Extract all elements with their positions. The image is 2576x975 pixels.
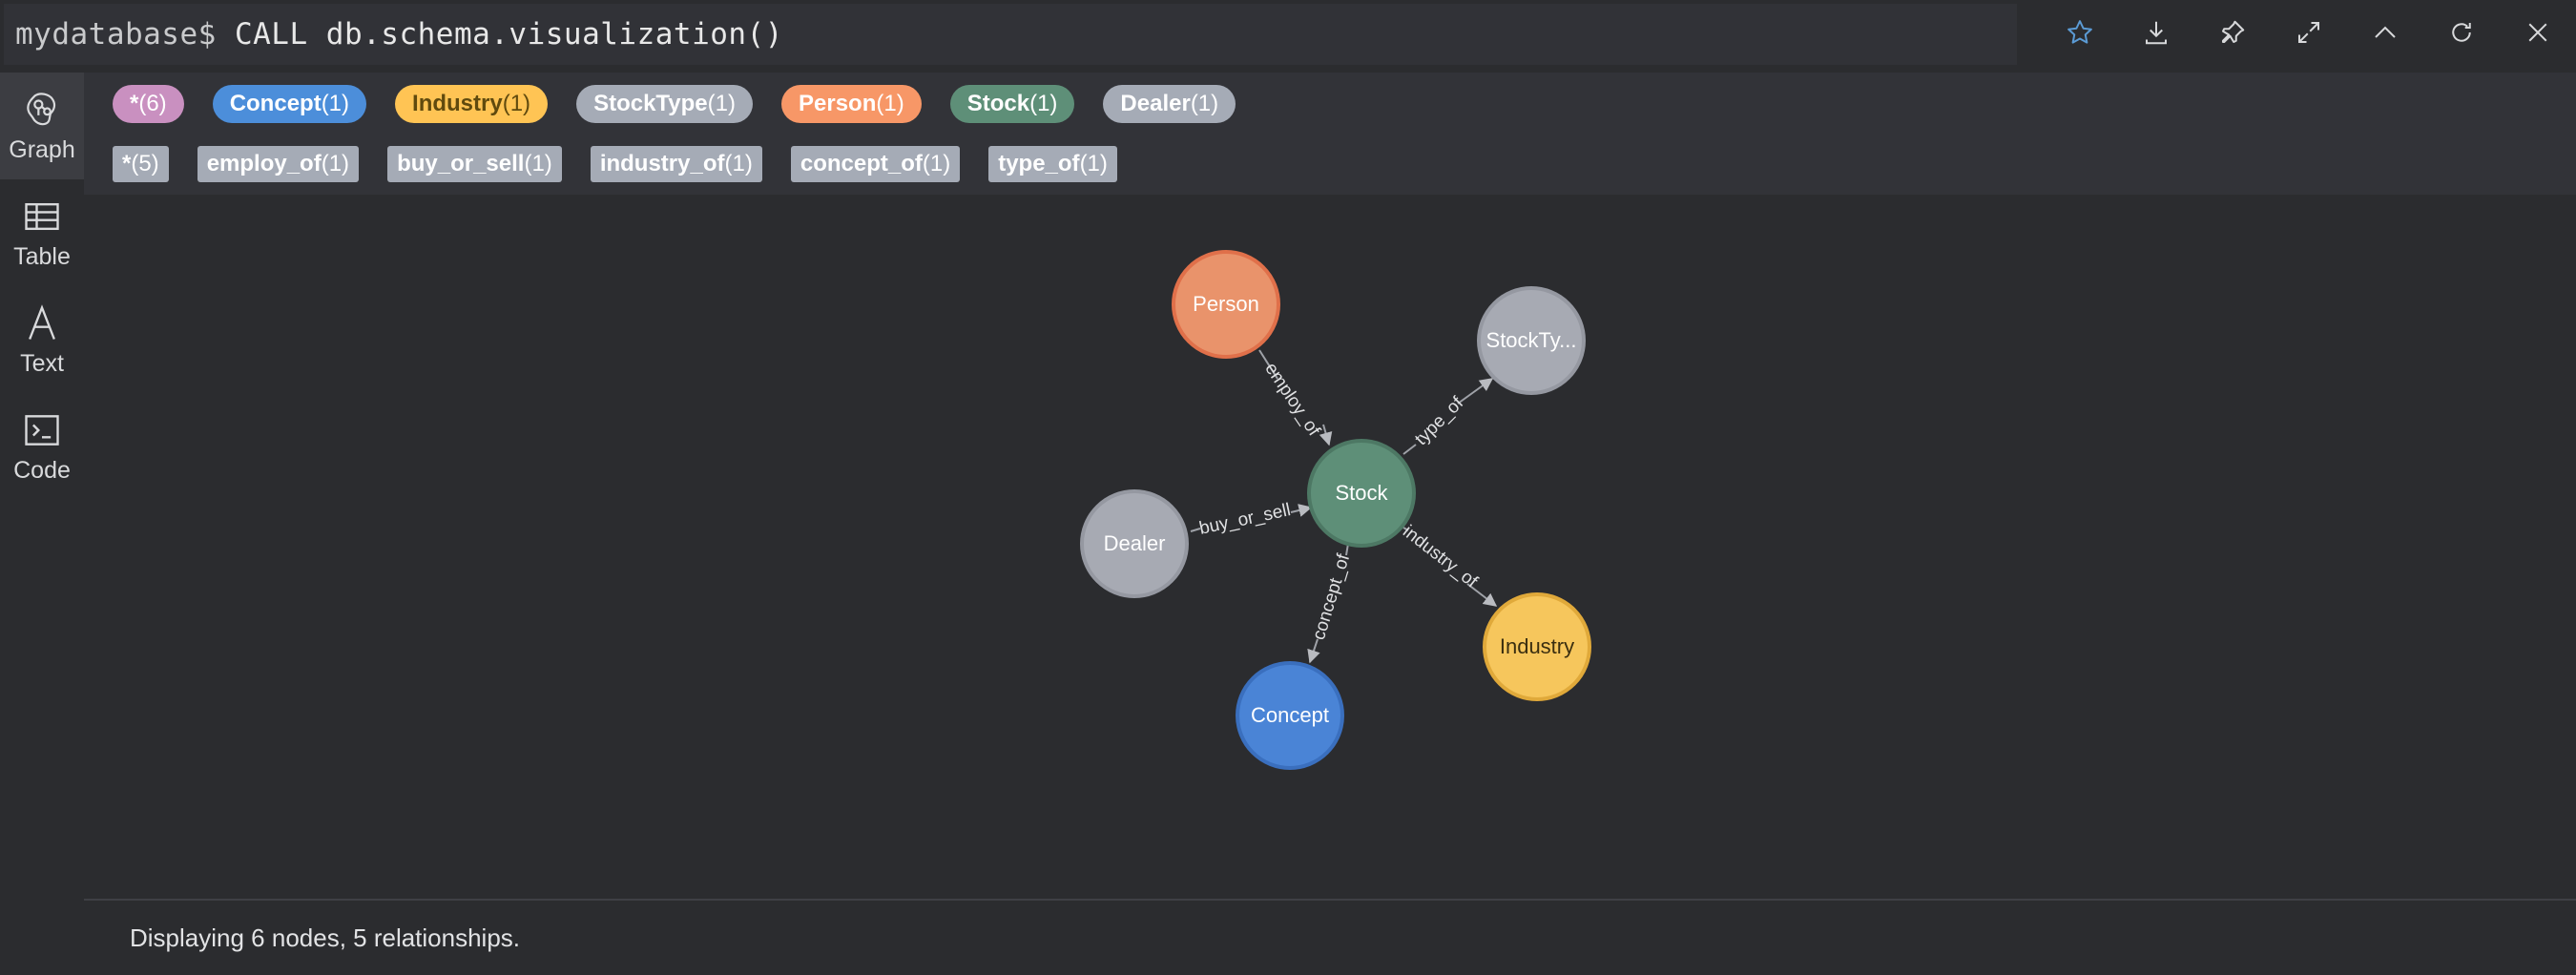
relationship-label-buy-or-sell: buy_or_sell [1197, 500, 1292, 539]
relationship-industry-of[interactable]: industry_of [1399, 522, 1498, 607]
rel-type-tag-all[interactable]: * (5) [113, 146, 169, 182]
relationship-label-industry-of: industry_of [1399, 522, 1482, 592]
rel-type-tag-employ-of[interactable]: employ_of (1) [197, 146, 360, 182]
star-icon [2067, 20, 2092, 44]
graph-icon [27, 92, 56, 125]
node-label-concept: Concept [1251, 703, 1329, 727]
refresh-icon [2452, 23, 2471, 42]
relationship-buy-or-sell[interactable]: buy_or_sell [1190, 500, 1313, 539]
relationship-employ-of[interactable]: employ_of [1258, 349, 1333, 446]
node-label-pill-industry[interactable]: Industry (1) [395, 85, 549, 123]
pin-button[interactable] [2209, 9, 2256, 56]
rerun-button[interactable] [2438, 9, 2485, 56]
view-code-label: Code [13, 456, 71, 484]
table-icon [25, 202, 59, 230]
relationship-label-concept-of: concept_of [1309, 551, 1354, 643]
relationship-type-legend: * (5) employ_of (1) buy_or_sell (1) industr… [113, 146, 1146, 182]
node-concept[interactable]: Concept [1236, 661, 1344, 770]
node-label-pill-dealer[interactable]: Dealer (1) [1103, 85, 1236, 123]
close-button[interactable] [2514, 9, 2562, 56]
view-text[interactable]: Text [0, 286, 84, 393]
rel-type-tag-buy-or-sell[interactable]: buy_or_sell (1) [387, 146, 562, 182]
view-graph[interactable]: Graph [0, 73, 84, 179]
favorite-button[interactable] [2056, 9, 2104, 56]
query-editor[interactable]: mydatabase$ CALL db.schema.visualization… [4, 4, 2017, 65]
view-code[interactable]: Code [0, 393, 84, 500]
collapse-button[interactable] [2361, 9, 2409, 56]
pin-icon [2222, 20, 2245, 43]
relationship-type-of[interactable]: type_of [1402, 378, 1494, 455]
view-mode-sidebar: Graph Table Text Code [0, 73, 84, 975]
rel-type-tag-type-of[interactable]: type_of (1) [988, 146, 1117, 182]
view-table[interactable]: Table [0, 179, 84, 286]
code-icon [25, 414, 59, 446]
node-label-dealer: Dealer [1104, 531, 1166, 555]
export-button[interactable] [2132, 9, 2180, 56]
node-label-stocktype: StockTy... [1486, 328, 1577, 352]
frame-toolbar [2042, 0, 2576, 65]
relationship-concept-of[interactable]: concept_of [1307, 543, 1354, 664]
node-label-stock: Stock [1335, 481, 1388, 505]
node-label-pill-person[interactable]: Person (1) [781, 85, 922, 123]
node-label-pill-all[interactable]: * (6) [113, 85, 184, 123]
node-label-industry: Industry [1500, 634, 1574, 658]
node-label-pill-stocktype[interactable]: StockType (1) [576, 85, 753, 123]
status-text: Displaying 6 nodes, 5 relationships. [130, 923, 521, 952]
view-graph-label: Graph [9, 135, 75, 163]
node-label-pill-concept[interactable]: Concept (1) [212, 85, 367, 123]
node-label-person: Person [1193, 292, 1259, 316]
close-icon [2528, 23, 2547, 42]
collapse-up-icon [2375, 26, 2396, 38]
rel-type-tag-industry-of[interactable]: industry_of (1) [590, 146, 762, 182]
database-prompt: mydatabase$ [15, 17, 217, 52]
view-table-label: Table [13, 242, 71, 270]
node-stock[interactable]: Stock [1307, 439, 1416, 548]
relationship-label-type-of: type_of [1411, 393, 1467, 449]
query-text: CALL db.schema.visualization() [216, 17, 783, 52]
node-stocktype[interactable]: StockTy... [1477, 286, 1586, 395]
node-industry[interactable]: Industry [1483, 592, 1591, 701]
graph-legend: * (6) Concept (1) Industry (1) StockType (1)… [84, 73, 2576, 195]
graph-canvas[interactable]: employ_of type_of buy_or_sell industry_o… [84, 195, 2576, 897]
expand-icon [2298, 22, 2319, 43]
view-text-label: Text [20, 349, 64, 377]
node-label-pill-stock[interactable]: Stock (1) [949, 85, 1075, 123]
node-dealer[interactable]: Dealer [1080, 489, 1189, 598]
result-panel: * (6) Concept (1) Industry (1) StockType (1)… [84, 73, 2576, 975]
status-bar: Displaying 6 nodes, 5 relationships. [84, 899, 2576, 975]
rel-type-tag-concept-of[interactable]: concept_of (1) [790, 146, 961, 182]
relationship-label-employ-of: employ_of [1260, 360, 1324, 441]
download-icon [2146, 21, 2167, 45]
command-bar: mydatabase$ CALL db.schema.visualization… [0, 0, 2576, 73]
text-icon [29, 303, 55, 340]
graph-visualization[interactable]: employ_of type_of buy_or_sell industry_o… [84, 195, 2576, 897]
fullscreen-button[interactable] [2285, 9, 2333, 56]
node-person[interactable]: Person [1172, 250, 1280, 359]
node-label-legend: * (6) Concept (1) Industry (1) StockType (1)… [113, 85, 1264, 123]
